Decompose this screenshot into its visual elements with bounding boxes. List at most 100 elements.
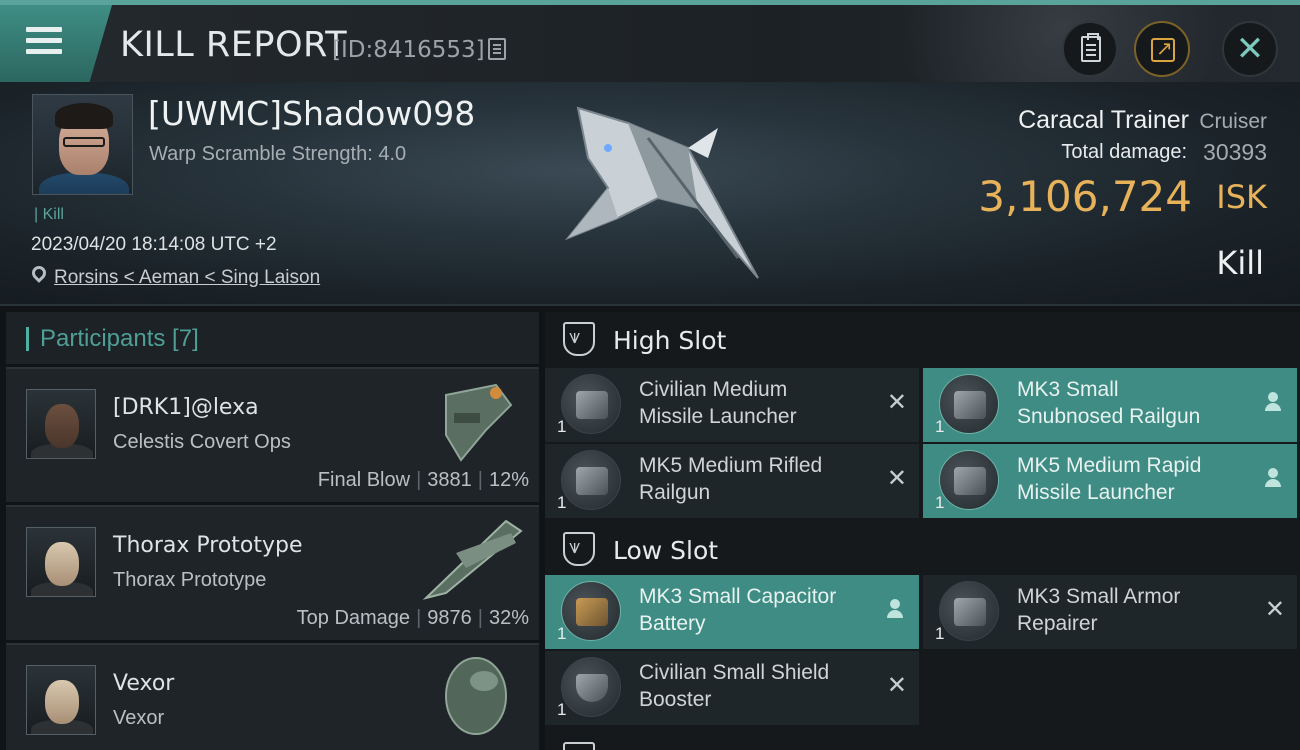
module-quantity: 1	[935, 624, 945, 643]
participant-avatar	[26, 665, 96, 735]
module-icon	[939, 374, 999, 434]
next-slot-header	[545, 732, 1300, 750]
participant-card[interactable]: Vexor Vexor	[6, 643, 539, 750]
participant-ship: Celestis Covert Ops	[113, 431, 291, 453]
participant-card[interactable]: [DRK1]@lexa Celestis Covert Ops Final Bl…	[6, 367, 539, 502]
participant-ship: Thorax Prototype	[113, 569, 267, 591]
participant-name: Thorax Prototype	[113, 533, 303, 558]
module-quantity: 1	[557, 700, 567, 719]
participant-name: [DRK1]@lexa	[113, 395, 259, 420]
high-slot-header: High Slot	[545, 312, 1300, 364]
divider: |	[416, 607, 422, 629]
participants-panel: Participants [7] [DRK1]@lexa Celestis Co…	[6, 312, 539, 750]
module-icon	[939, 581, 999, 641]
low-slot-label: Low Slot	[613, 536, 719, 565]
top-bar: KILL REPORT [ID:8416553] ✕	[0, 0, 1300, 82]
destroyed-icon: ✕	[886, 465, 907, 492]
participants-header: Participants [7]	[6, 312, 539, 364]
participant-ship-image	[445, 383, 513, 462]
kill-tag: | Kill	[34, 206, 64, 223]
module-name: MK5 Medium Rifled Railgun	[639, 454, 823, 504]
module-name: MK3 Small Armor Repairer	[1017, 585, 1181, 635]
participant-ship-image	[422, 519, 523, 600]
participant-name: Vexor	[113, 671, 175, 696]
module-icon	[561, 581, 621, 641]
participant-avatar	[26, 527, 96, 597]
module-quantity: 1	[935, 417, 945, 436]
module-name: Civilian Small Shield Booster	[639, 661, 830, 711]
copy-icon[interactable]	[488, 38, 506, 60]
participants-count: Participants [7]	[40, 325, 199, 352]
clipboard-button[interactable]	[1062, 21, 1118, 77]
module-quantity: 1	[557, 624, 567, 643]
share-icon	[1151, 36, 1175, 62]
participant-damage: 9876	[427, 607, 472, 629]
low-slot-icon	[563, 532, 595, 566]
module-icon	[561, 374, 621, 434]
participant-role: Final Blow	[317, 469, 411, 491]
module-icon	[561, 657, 621, 717]
participant-ship-image	[445, 657, 507, 735]
location-pin-icon	[29, 263, 49, 283]
result-label: Kill	[1216, 244, 1264, 282]
kill-datetime: 2023/04/20 18:14:08 UTC +2	[31, 234, 277, 255]
divider: |	[416, 469, 422, 491]
dropped-pilot-icon	[887, 599, 903, 619]
report-id: [ID:8416553]	[332, 37, 485, 63]
victim-ship-name[interactable]: Caracal Trainer	[1018, 106, 1189, 135]
participant-stats: Final Blow | 3881 | 12%	[318, 469, 529, 492]
participant-role: Top Damage	[296, 607, 411, 629]
module-item[interactable]: 1 MK3 Small Snubnosed Railgun	[923, 368, 1297, 442]
module-name: MK3 Small Capacitor Battery	[639, 585, 837, 635]
victim-ship-image	[564, 106, 759, 279]
participant-ship: Vexor	[113, 707, 165, 729]
share-button[interactable]	[1134, 21, 1190, 77]
slot-icon	[563, 742, 595, 750]
dropped-pilot-icon	[1265, 392, 1281, 412]
close-button[interactable]: ✕	[1222, 21, 1278, 77]
isk-unit: ISK	[1216, 178, 1267, 216]
menu-icon	[26, 27, 62, 57]
victim-ship-class: Cruiser	[1199, 110, 1267, 133]
isk-value: 3,106,724	[978, 172, 1192, 221]
destroyed-icon: ✕	[886, 672, 907, 699]
module-quantity: 1	[935, 493, 945, 512]
header-accent-bar	[26, 327, 29, 351]
location-link[interactable]: Rorsins < Aeman < Sing Laison	[54, 267, 320, 289]
page-title: KILL REPORT	[120, 25, 348, 65]
module-name: Civilian Medium Missile Launcher	[639, 378, 797, 428]
module-icon	[939, 450, 999, 510]
low-slot-header: Low Slot	[545, 522, 1300, 574]
close-icon: ✕	[1235, 29, 1265, 69]
high-slot-icon	[563, 322, 595, 356]
module-quantity: 1	[557, 493, 567, 512]
fitting-panel: High Slot 1 Civilian MediumMissile Launc…	[545, 312, 1300, 750]
module-item[interactable]: 1 MK3 Small Armor Repairer ✕	[923, 575, 1297, 649]
total-damage-value: 30393	[1203, 139, 1267, 165]
module-name: MK3 Small Snubnosed Railgun	[1017, 378, 1201, 428]
participant-stats: Top Damage | 9876 | 32%	[297, 607, 529, 630]
module-item[interactable]: 1 MK3 Small Capacitor Battery	[545, 575, 919, 649]
high-slot-label: High Slot	[613, 326, 727, 355]
module-item[interactable]: 1 MK5 Medium Rifled Railgun ✕	[545, 444, 919, 518]
destroyed-icon: ✕	[1264, 596, 1285, 623]
victim-name[interactable]: [UWMC]Shadow098	[148, 94, 475, 133]
participant-card[interactable]: Thorax Prototype Thorax Prototype Top Da…	[6, 505, 539, 640]
warp-scramble-strength: Warp Scramble Strength: 4.0	[149, 143, 407, 165]
destroyed-icon: ✕	[886, 389, 907, 416]
total-damage-label: Total damage:	[1061, 141, 1187, 163]
victim-header: [UWMC]Shadow098 Warp Scramble Strength: …	[0, 82, 1300, 306]
divider: |	[477, 469, 483, 491]
dropped-pilot-icon	[1265, 468, 1281, 488]
participant-percent: 12%	[488, 469, 529, 491]
module-item[interactable]: 1 MK5 Medium Rapid Missile Launcher	[923, 444, 1297, 518]
module-quantity: 1	[557, 417, 567, 436]
menu-button[interactable]	[0, 5, 112, 82]
victim-portrait[interactable]	[32, 94, 133, 195]
clipboard-icon	[1081, 33, 1101, 62]
module-icon	[561, 450, 621, 510]
participant-damage: 3881	[427, 469, 472, 491]
module-item[interactable]: 1 Civilian Small Shield Booster ✕	[545, 651, 919, 725]
module-item[interactable]: 1 Civilian Medium Missile Launcher ✕	[545, 368, 919, 442]
participant-percent: 32%	[488, 607, 529, 629]
